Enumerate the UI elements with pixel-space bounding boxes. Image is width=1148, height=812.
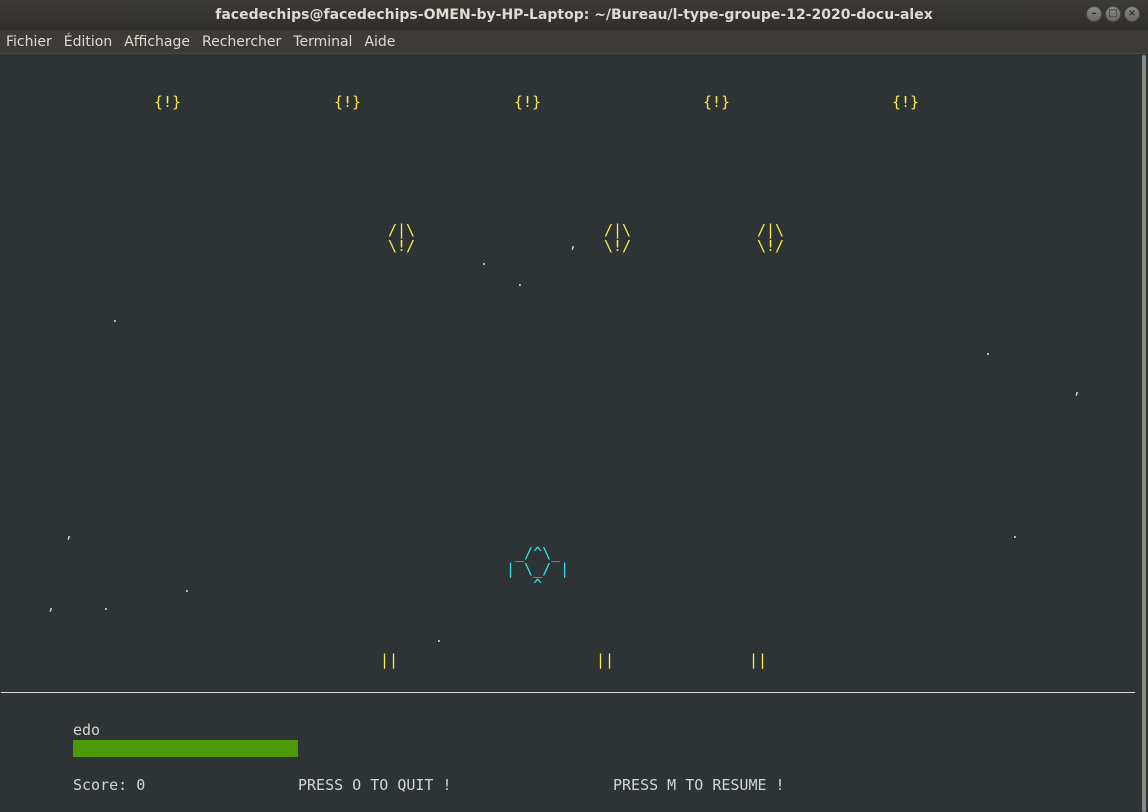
- enemy-small: {!}: [154, 93, 182, 111]
- enemy-small: {!}: [514, 93, 542, 111]
- menu-aide[interactable]: Aide: [364, 34, 395, 50]
- star: .: [111, 311, 119, 326]
- menu-fichier[interactable]: Fichier: [6, 34, 52, 50]
- score-label: Score: 0: [73, 776, 146, 794]
- scrollbar-thumb[interactable]: [1142, 55, 1146, 812]
- star: .: [480, 254, 488, 269]
- star: ,: [1073, 383, 1081, 398]
- window-title-bar[interactable]: facedechips@facedechips-OMEN-by-HP-Lapto…: [0, 0, 1148, 30]
- star: ,: [47, 599, 55, 614]
- quit-hint: PRESS O TO QUIT !: [298, 776, 452, 794]
- enemy-large: /|\ \!/: [388, 221, 416, 255]
- player-ship: _/^\_ | \_/ | ^: [506, 544, 570, 594]
- star: .: [984, 344, 992, 359]
- enemy-large: /|\ \!/: [757, 221, 785, 255]
- terminal-scrollbar[interactable]: [1136, 55, 1148, 812]
- player-name: edo: [73, 721, 101, 739]
- enemy-bullet: ||: [596, 651, 615, 669]
- window-controls: – □ ×: [1086, 6, 1140, 22]
- enemy-bullet: ||: [749, 651, 768, 669]
- menu-bar: Fichier Édition Affichage Rechercher Ter…: [0, 30, 1148, 54]
- star: ,: [65, 527, 73, 542]
- health-bar: [73, 740, 298, 757]
- enemy-small: {!}: [703, 93, 731, 111]
- enemy-bullet: ||: [380, 651, 399, 669]
- window-title: facedechips@facedechips-OMEN-by-HP-Lapto…: [215, 7, 933, 23]
- menu-affichage[interactable]: Affichage: [124, 34, 190, 50]
- enemy-small: {!}: [334, 93, 362, 111]
- menu-terminal[interactable]: Terminal: [293, 34, 352, 50]
- star: .: [516, 275, 524, 290]
- menu-edition[interactable]: Édition: [64, 34, 112, 50]
- maximize-button[interactable]: □: [1105, 6, 1121, 22]
- resume-hint: PRESS M TO RESUME !: [613, 776, 785, 794]
- menu-rechercher[interactable]: Rechercher: [202, 34, 281, 50]
- hud-divider: [1, 692, 1135, 693]
- terminal-area[interactable]: [1, 55, 1136, 812]
- close-button[interactable]: ×: [1124, 6, 1140, 22]
- star: .: [1011, 527, 1019, 542]
- enemy-large: /|\ \!/: [604, 221, 632, 255]
- minimize-button[interactable]: –: [1086, 6, 1102, 22]
- star: .: [183, 581, 191, 596]
- star: ,: [569, 237, 577, 252]
- star: .: [435, 631, 443, 646]
- star: .: [102, 599, 110, 614]
- enemy-small: {!}: [892, 93, 920, 111]
